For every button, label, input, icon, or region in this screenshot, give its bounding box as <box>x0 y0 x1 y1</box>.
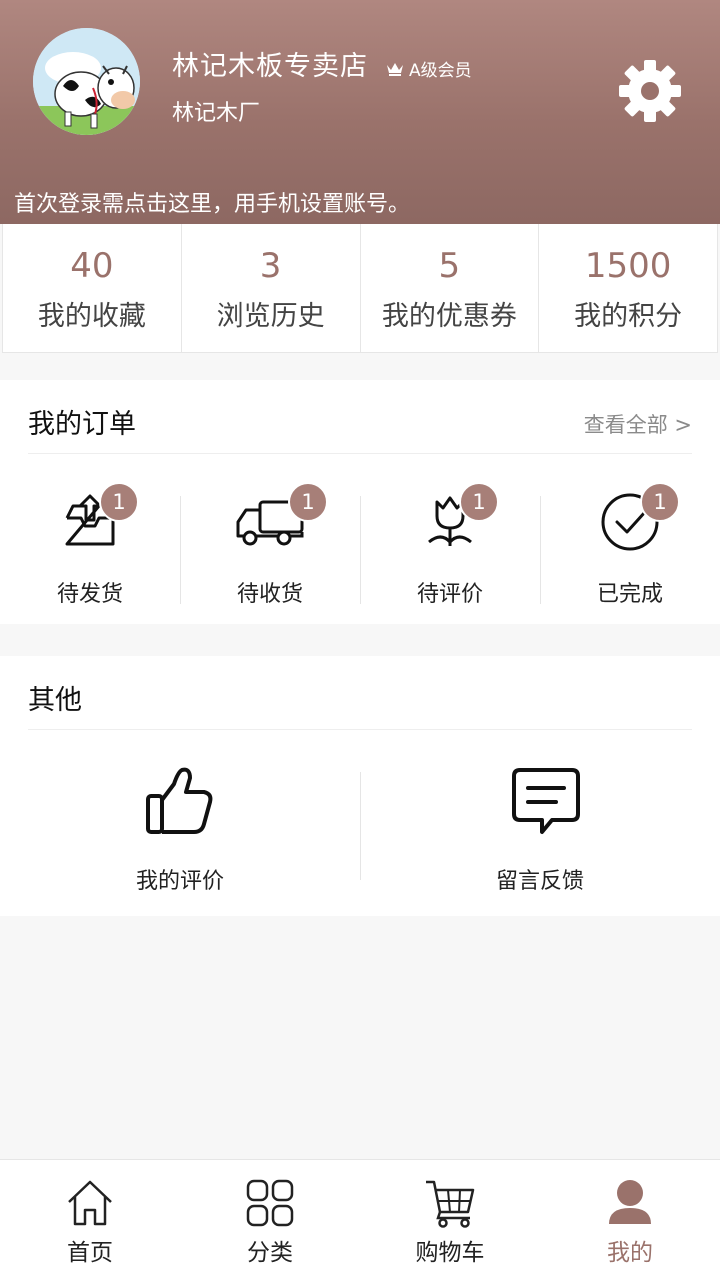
feedback[interactable]: 留言反馈 <box>360 766 720 906</box>
my-reviews-label: 我的评价 <box>135 869 224 894</box>
count-badge: 1 <box>459 482 499 522</box>
gear-icon <box>619 60 681 122</box>
divider <box>28 729 692 730</box>
tab-home[interactable]: 首页 <box>0 1160 180 1281</box>
tab-label: 购物车 <box>415 1240 485 1266</box>
other-title: 其他 <box>28 685 82 716</box>
stat-label: 我的收藏 <box>37 300 146 332</box>
order-completed[interactable]: 1 已完成 <box>540 482 720 634</box>
profile-header: 林记木板专卖店 A级会员 林记木厂 首次登录需点击这里，用手机设置账号。 <box>0 0 720 224</box>
member-level-text: A级会员 <box>409 61 472 81</box>
order-status-label: 待收货 <box>236 582 303 607</box>
other-card: 其他 我的评价 留言反馈 <box>0 656 720 916</box>
count-badge: 1 <box>640 482 680 522</box>
tab-label: 我的 <box>607 1240 653 1266</box>
divider <box>28 453 692 454</box>
my-reviews[interactable]: 我的评价 <box>0 766 360 906</box>
avatar[interactable] <box>33 28 140 135</box>
stats-bar: 40 我的收藏 3 浏览历史 5 我的优惠券 1500 我的积分 <box>2 224 718 353</box>
login-tip-link[interactable]: 首次登录需点击这里，用手机设置账号。 <box>14 186 410 218</box>
stat-label: 我的积分 <box>574 300 683 332</box>
tab-label: 分类 <box>247 1240 293 1266</box>
tab-mine[interactable]: 我的 <box>540 1160 720 1281</box>
user-icon <box>609 1180 651 1224</box>
crown-icon <box>387 62 403 76</box>
stat-label: 我的优惠券 <box>381 300 517 332</box>
tab-label: 首页 <box>67 1240 113 1266</box>
tab-cart[interactable]: 购物车 <box>360 1160 540 1281</box>
cow-avatar-image <box>33 28 140 135</box>
orders-title: 我的订单 <box>28 409 136 440</box>
count-badge: 1 <box>99 482 139 522</box>
shop-name: 林记木板专卖店 <box>172 51 368 82</box>
order-status-label: 待评价 <box>416 582 483 607</box>
stat-points[interactable]: 1500 我的积分 <box>539 224 717 352</box>
order-status-label: 已完成 <box>596 582 663 607</box>
stat-favorites[interactable]: 40 我的收藏 <box>3 224 182 352</box>
stat-value: 40 <box>70 245 114 286</box>
order-pending-review[interactable]: 1 待评价 <box>360 482 540 634</box>
message-icon <box>512 768 580 834</box>
stat-coupons[interactable]: 5 我的优惠券 <box>361 224 540 352</box>
orders-card: 我的订单 查看全部 > 1 待发货 1 待收货 1 待评价 1 已完成 <box>0 380 720 624</box>
stat-history[interactable]: 3 浏览历史 <box>182 224 361 352</box>
home-icon <box>68 1180 112 1226</box>
member-level-badge: A级会员 <box>386 56 472 81</box>
bottom-tab-bar: 首页 分类 购物车 我的 <box>0 1159 720 1281</box>
stat-value: 5 <box>438 245 461 286</box>
feedback-label: 留言反馈 <box>495 869 584 894</box>
count-badge: 1 <box>288 482 328 522</box>
stat-value: 3 <box>259 245 282 286</box>
tab-category[interactable]: 分类 <box>180 1160 360 1281</box>
view-all-orders-link[interactable]: 查看全部 > <box>584 409 692 439</box>
order-status-label: 待发货 <box>56 582 123 607</box>
settings-button[interactable] <box>617 58 683 124</box>
stat-value: 1500 <box>584 245 672 286</box>
order-pending-receipt[interactable]: 1 待收货 <box>180 482 360 634</box>
thumbs-up-icon <box>146 767 213 834</box>
shop-sub-name: 林记木厂 <box>172 101 261 126</box>
cart-icon <box>426 1180 475 1228</box>
grid-icon <box>246 1179 294 1227</box>
stat-label: 浏览历史 <box>216 300 325 332</box>
order-pending-shipment[interactable]: 1 待发货 <box>0 482 180 634</box>
